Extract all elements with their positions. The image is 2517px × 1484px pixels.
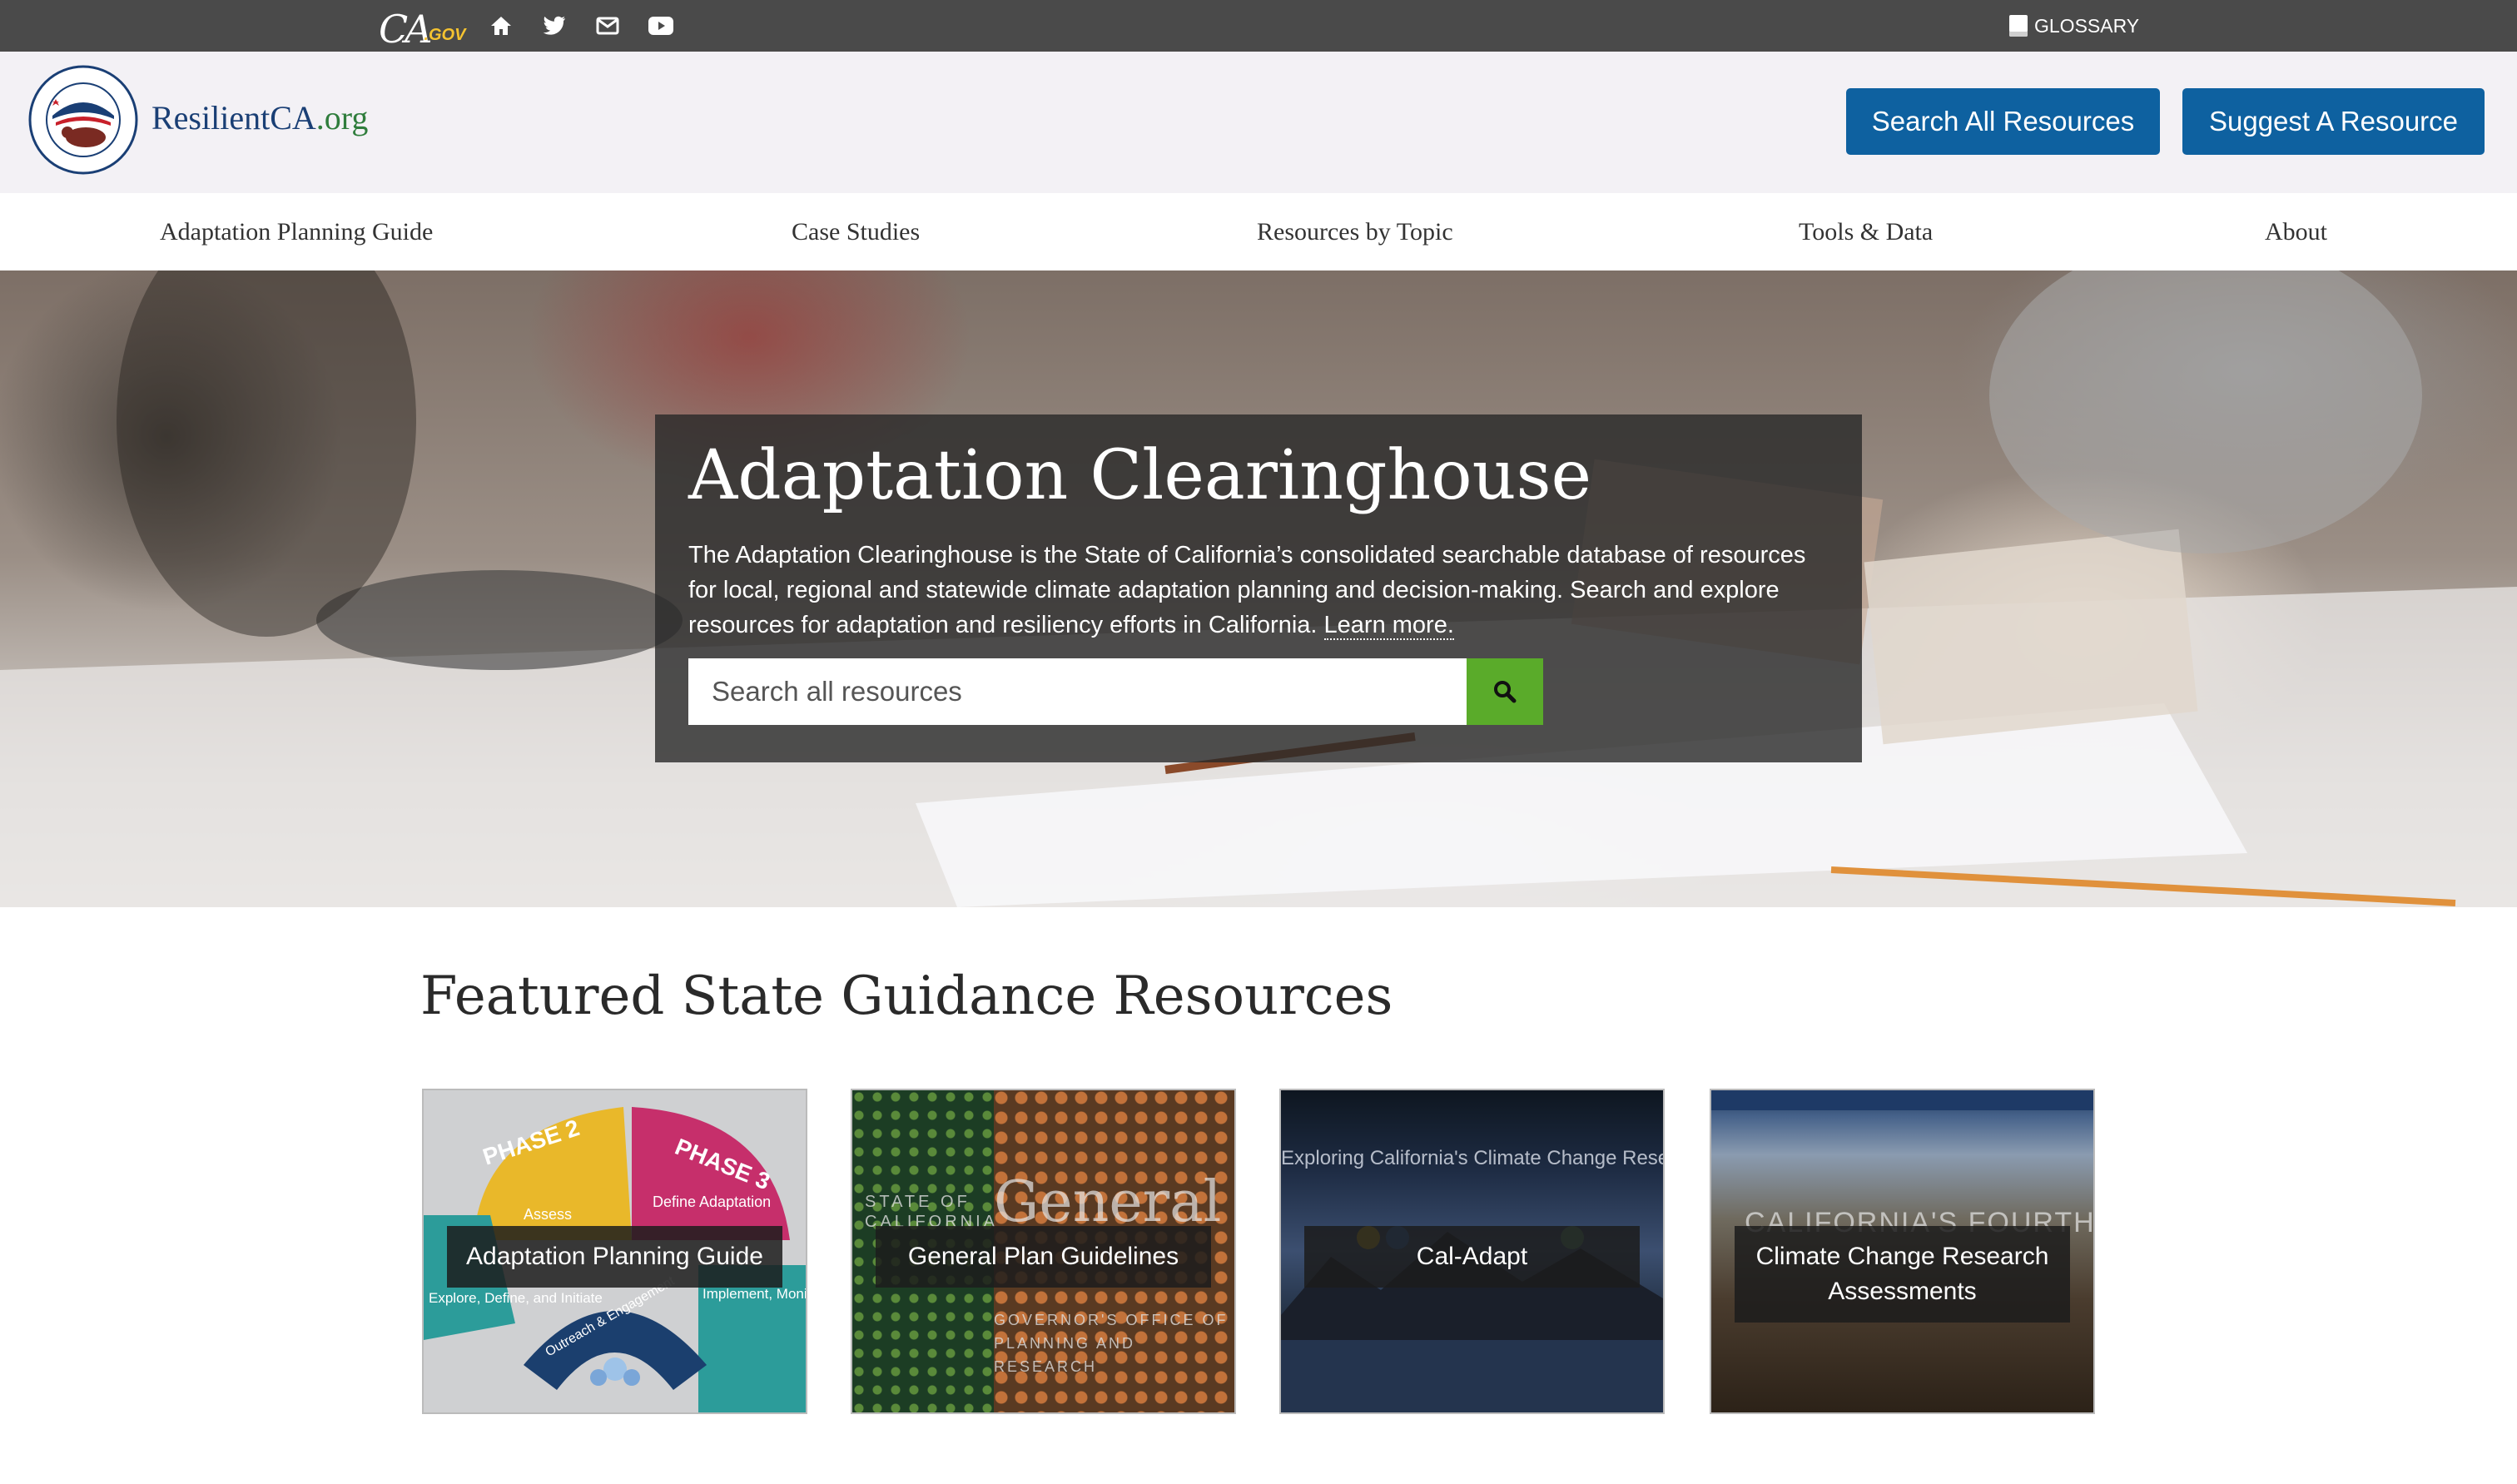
search-icon	[1494, 681, 1517, 703]
card-adaptation-planning-guide[interactable]: PHASE 2 PHASE 3 Assess Define Adaptation…	[422, 1089, 807, 1414]
card-image-topbar	[1711, 1090, 2093, 1110]
hero-panel: Adaptation Clearinghouse The Adaptation …	[655, 414, 1862, 762]
site-header: ResilientCA.org Search All Resources Sug…	[0, 52, 2517, 193]
explore-text: Explore, Define, and Initiate	[429, 1290, 603, 1306]
ca-gov-logo-sub: .GOV	[424, 26, 466, 44]
card-general-plan-guidelines[interactable]: STATE OF CALIFORNIA General Plan Guideli…	[851, 1089, 1236, 1414]
nav-item-about[interactable]: About	[2265, 193, 2327, 270]
glossary-link[interactable]: GLOSSARY	[2009, 10, 2139, 42]
youtube-icon[interactable]	[646, 11, 676, 41]
featured-section-title: Featured State Guidance Resources	[420, 965, 1393, 1027]
opr-seal-logo[interactable]	[27, 64, 139, 176]
book-icon	[2009, 15, 2028, 37]
opr-image-text: GOVERNOR'S OFFICE OF PLANNING AND RESEAR…	[994, 1312, 1229, 1375]
card-label: Adaptation Planning Guide	[447, 1226, 782, 1288]
site-name-suffix: .org	[315, 99, 369, 136]
nav-item-adaptation-planning-guide[interactable]: Adaptation Planning Guide	[160, 193, 433, 270]
ca-gov-logo-main: CA	[379, 7, 432, 52]
card-label: Cal-Adapt	[1304, 1226, 1640, 1288]
site-name-main: ResilientCA	[151, 99, 316, 136]
utility-bar: CA .GOV GLOSSARY	[0, 0, 2517, 52]
main-nav: Adaptation Planning Guide Case Studies R…	[0, 193, 2517, 271]
define-adaptation-text: Define Adaptation	[653, 1194, 771, 1210]
site-name[interactable]: ResilientCA.org	[151, 98, 368, 137]
home-icon[interactable]	[486, 11, 516, 41]
implement-text: Implement, Monitor, Evaluate, & Adjust	[702, 1286, 806, 1302]
card-climate-change-research-assessments[interactable]: CALIFORNIA'S FOURTH ASSESSMENT Climate C…	[1710, 1089, 2095, 1414]
search-input[interactable]	[688, 658, 1467, 725]
glossary-label: GLOSSARY	[2034, 14, 2140, 37]
hero-title: Adaptation Clearinghouse	[688, 436, 1592, 515]
assess-text: Assess	[524, 1206, 572, 1223]
hero-description-text: The Adaptation Clearinghouse is the Stat…	[688, 542, 1806, 638]
search-button[interactable]	[1467, 658, 1543, 725]
search-all-resources-button[interactable]: Search All Resources	[1846, 88, 2160, 155]
hero-banner: Adaptation Clearinghouse The Adaptation …	[0, 270, 2517, 907]
card-cal-adapt[interactable]: Exploring California's Climate Change Re…	[1279, 1089, 1665, 1414]
nav-item-case-studies[interactable]: Case Studies	[792, 193, 920, 270]
nav-item-tools-data[interactable]: Tools & Data	[1799, 193, 1933, 270]
hero-description: The Adaptation Clearinghouse is the Stat…	[688, 538, 1837, 643]
learn-more-link[interactable]: Learn more.	[1323, 612, 1454, 640]
card-label: Climate Change Research Assessments	[1735, 1226, 2070, 1323]
email-icon[interactable]	[593, 11, 623, 41]
suggest-resource-button[interactable]: Suggest A Resource	[2182, 88, 2485, 155]
twitter-icon[interactable]	[539, 11, 569, 41]
nav-item-resources-by-topic[interactable]: Resources by Topic	[1257, 193, 1453, 270]
ca-gov-logo[interactable]: CA .GOV	[379, 2, 465, 48]
card-label: General Plan Guidelines	[876, 1226, 1211, 1288]
